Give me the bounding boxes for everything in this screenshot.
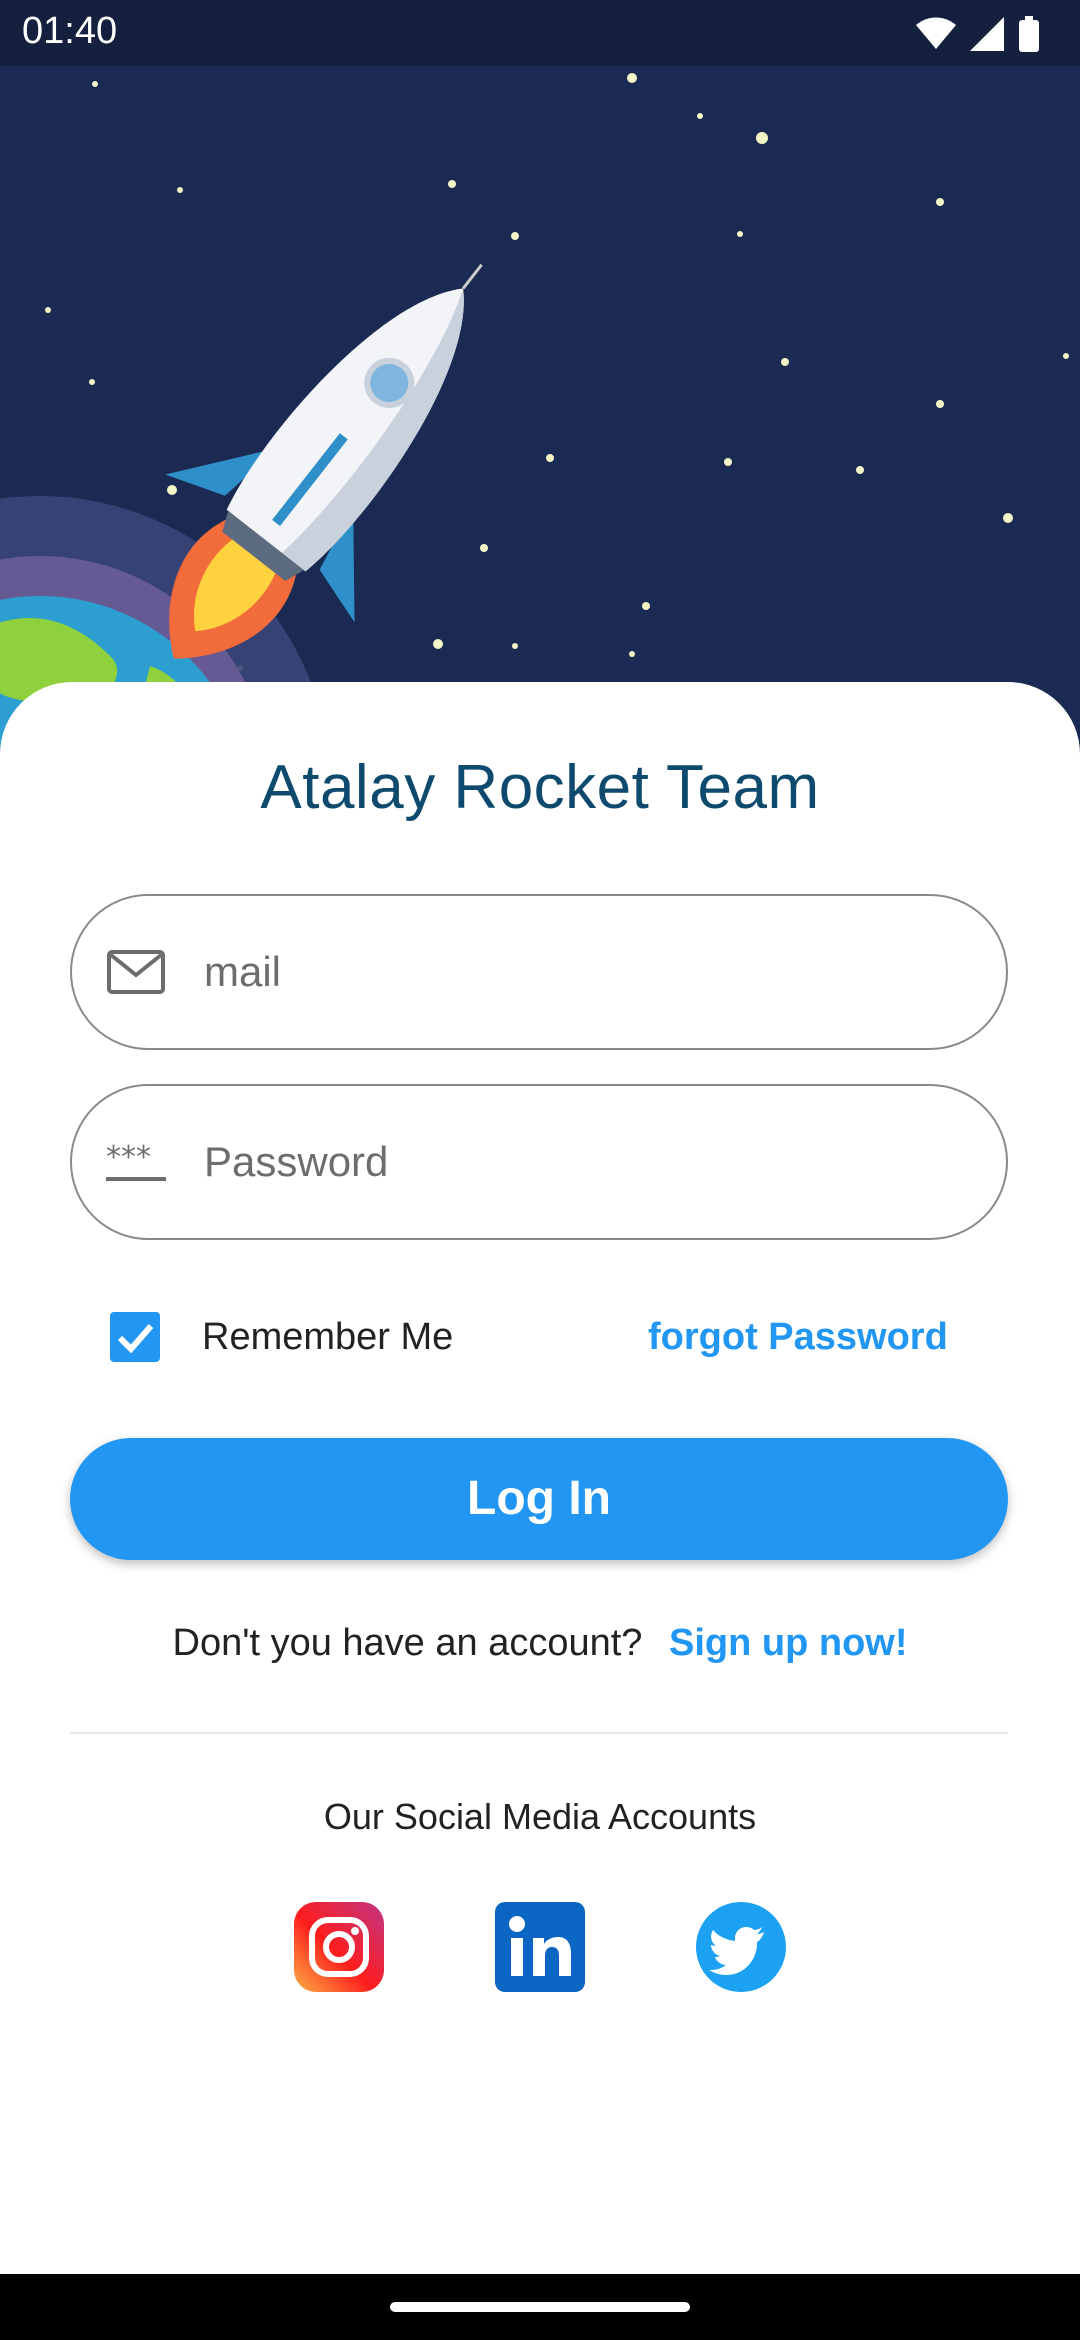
- signup-prompt: Don't you have an account?: [172, 1622, 643, 1664]
- check-icon: [117, 1324, 154, 1354]
- mail-icon: [107, 950, 165, 994]
- wifi-icon: [916, 17, 956, 49]
- instagram-icon[interactable]: [294, 1902, 384, 1992]
- home-handle[interactable]: [390, 2302, 690, 2312]
- app-title: Atalay Rocket Team: [260, 753, 820, 822]
- status-bar: 01:40: [0, 0, 1080, 66]
- divider: [70, 1732, 1008, 1734]
- signup-link[interactable]: Sign up now!: [669, 1622, 908, 1664]
- password-icon: ***: [106, 1140, 166, 1181]
- rocket-illustration: [0, 73, 1069, 760]
- forgot-password-link[interactable]: forgot Password: [648, 1316, 948, 1359]
- svg-text:***: ***: [106, 1140, 151, 1175]
- linkedin-icon[interactable]: [495, 1902, 585, 1992]
- signup-row: Don't you have an account? Sign up now!: [0, 1622, 1080, 1665]
- social-title: Our Social Media Accounts: [323, 1796, 757, 1837]
- email-field[interactable]: mail: [70, 894, 1008, 1050]
- login-button[interactable]: Log In: [70, 1438, 1008, 1560]
- password-placeholder: Password: [204, 1138, 389, 1185]
- password-field[interactable]: *** Password: [70, 1084, 1008, 1240]
- battery-icon: [1019, 16, 1039, 52]
- remember-row: Remember Me forgot Password: [0, 1312, 1080, 1372]
- twitter-icon[interactable]: [696, 1902, 786, 1992]
- cell-signal-icon: [970, 17, 1004, 51]
- remember-me-label[interactable]: Remember Me: [202, 1316, 453, 1359]
- status-time: 01:40: [22, 10, 118, 52]
- hero-banner: [0, 0, 1080, 760]
- navigation-bar: [0, 2274, 1080, 2340]
- email-placeholder: mail: [204, 948, 282, 995]
- remember-me-checkbox[interactable]: [110, 1312, 160, 1362]
